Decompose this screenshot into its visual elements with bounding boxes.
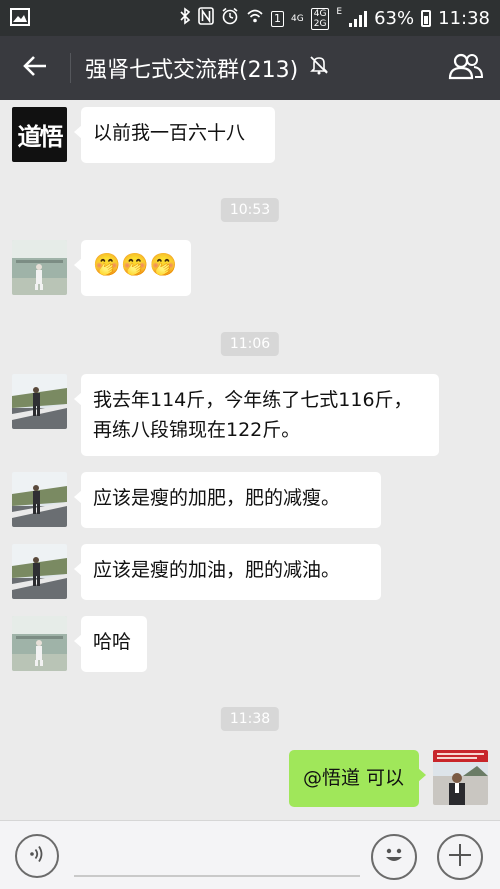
message-row: 🤭🤭🤭 (12, 240, 191, 296)
title-bar: 强肾七式交流群(213) (0, 36, 500, 100)
wifi-icon (246, 7, 264, 30)
message-text: 应该是瘦的加油，肥的减油。 (93, 559, 341, 581)
message-bubble[interactable]: 哈哈 (74, 616, 147, 672)
message-text: 应该是瘦的加肥，肥的减瘦。 (93, 487, 341, 509)
network-4g-top: 4G (313, 8, 327, 19)
message-bubble[interactable]: 应该是瘦的加油，肥的减油。 (74, 544, 381, 600)
group-members-button[interactable] (446, 50, 486, 86)
status-bar: 1 4G 4G 2G E 63% 11:38 (0, 0, 500, 36)
clock: 11:38 (438, 8, 490, 29)
chat-area[interactable]: 道悟 以前我一百六十八 10:53 🤭🤭🤭 11:06 我去年114斤，今年练了… (0, 100, 500, 820)
nfc-icon (198, 7, 214, 30)
message-text: @悟道 可以 (303, 767, 405, 789)
message-input[interactable] (74, 835, 360, 877)
network-4g2g-box: 4G 2G (310, 7, 330, 30)
avatar-bridge-photo[interactable] (12, 616, 67, 671)
message-row-outgoing: @悟道 可以 (289, 750, 488, 807)
alarm-icon (221, 7, 239, 30)
emoji-icon (379, 840, 409, 874)
message-text: 以前我一百六十八 (93, 122, 246, 144)
message-row: 应该是瘦的加肥，肥的减瘦。 (12, 472, 381, 528)
network-2g-bottom: 2G (313, 18, 327, 29)
back-button[interactable] (0, 36, 70, 100)
avatar-self-photo[interactable] (433, 750, 488, 805)
sim-number: 1 (271, 10, 285, 27)
timestamp: 11:06 (220, 332, 280, 356)
plus-icon (448, 843, 472, 871)
message-text: 哈哈 (93, 631, 132, 653)
message-bubble-outgoing[interactable]: @悟道 可以 (289, 750, 426, 807)
group-members-icon (448, 52, 484, 84)
message-bubble[interactable]: 以前我一百六十八 (74, 107, 275, 163)
title-divider (70, 53, 71, 83)
avatar-calligraphy[interactable]: 道悟 (12, 107, 67, 162)
status-icons: 1 4G 4G 2G E 63% 11:38 (179, 7, 490, 30)
timestamp: 11:38 (220, 707, 280, 731)
input-bar (0, 820, 500, 889)
message-bubble[interactable]: 应该是瘦的加肥，肥的减瘦。 (74, 472, 381, 528)
timestamp: 10:53 (220, 198, 280, 222)
battery-icon (421, 10, 432, 27)
back-arrow-icon (22, 55, 48, 81)
message-text: 我去年114斤，今年练了七式116斤，再练八段锦现在122斤。 (93, 389, 413, 441)
avatar-calligraphy-text: 道悟 (17, 122, 64, 151)
avatar-roadside-man[interactable] (12, 374, 67, 429)
edge-label: E (336, 7, 343, 17)
message-text: 🤭🤭🤭 (93, 253, 179, 278)
message-row: 我去年114斤，今年练了七式116斤，再练八段锦现在122斤。 (12, 374, 439, 456)
message-bubble[interactable]: 🤭🤭🤭 (74, 240, 191, 296)
message-row: 应该是瘦的加油，肥的减油。 (12, 544, 381, 600)
signal-icon (349, 10, 368, 27)
avatar-roadside-man[interactable] (12, 472, 67, 527)
avatar-roadside-man[interactable] (12, 544, 67, 599)
message-row: 哈哈 (12, 616, 147, 672)
gallery-notification-icon (10, 8, 30, 30)
voice-button[interactable] (15, 834, 59, 878)
group-name: 强肾七式交流群(213) (85, 58, 299, 83)
network-4g-label: 4G (291, 13, 304, 24)
mute-bell-icon (308, 54, 330, 82)
battery-percent: 63% (374, 8, 415, 29)
message-bubble[interactable]: 我去年114斤，今年练了七式116斤，再练八段锦现在122斤。 (74, 374, 439, 456)
voice-icon (27, 843, 47, 869)
chat-title: 强肾七式交流群(213) (85, 52, 330, 84)
plus-button[interactable] (437, 834, 483, 880)
message-row: 道悟 以前我一百六十八 (12, 107, 275, 163)
avatar-bridge-photo[interactable] (12, 240, 67, 295)
bluetooth-icon (179, 7, 191, 30)
emoji-button[interactable] (371, 834, 417, 880)
